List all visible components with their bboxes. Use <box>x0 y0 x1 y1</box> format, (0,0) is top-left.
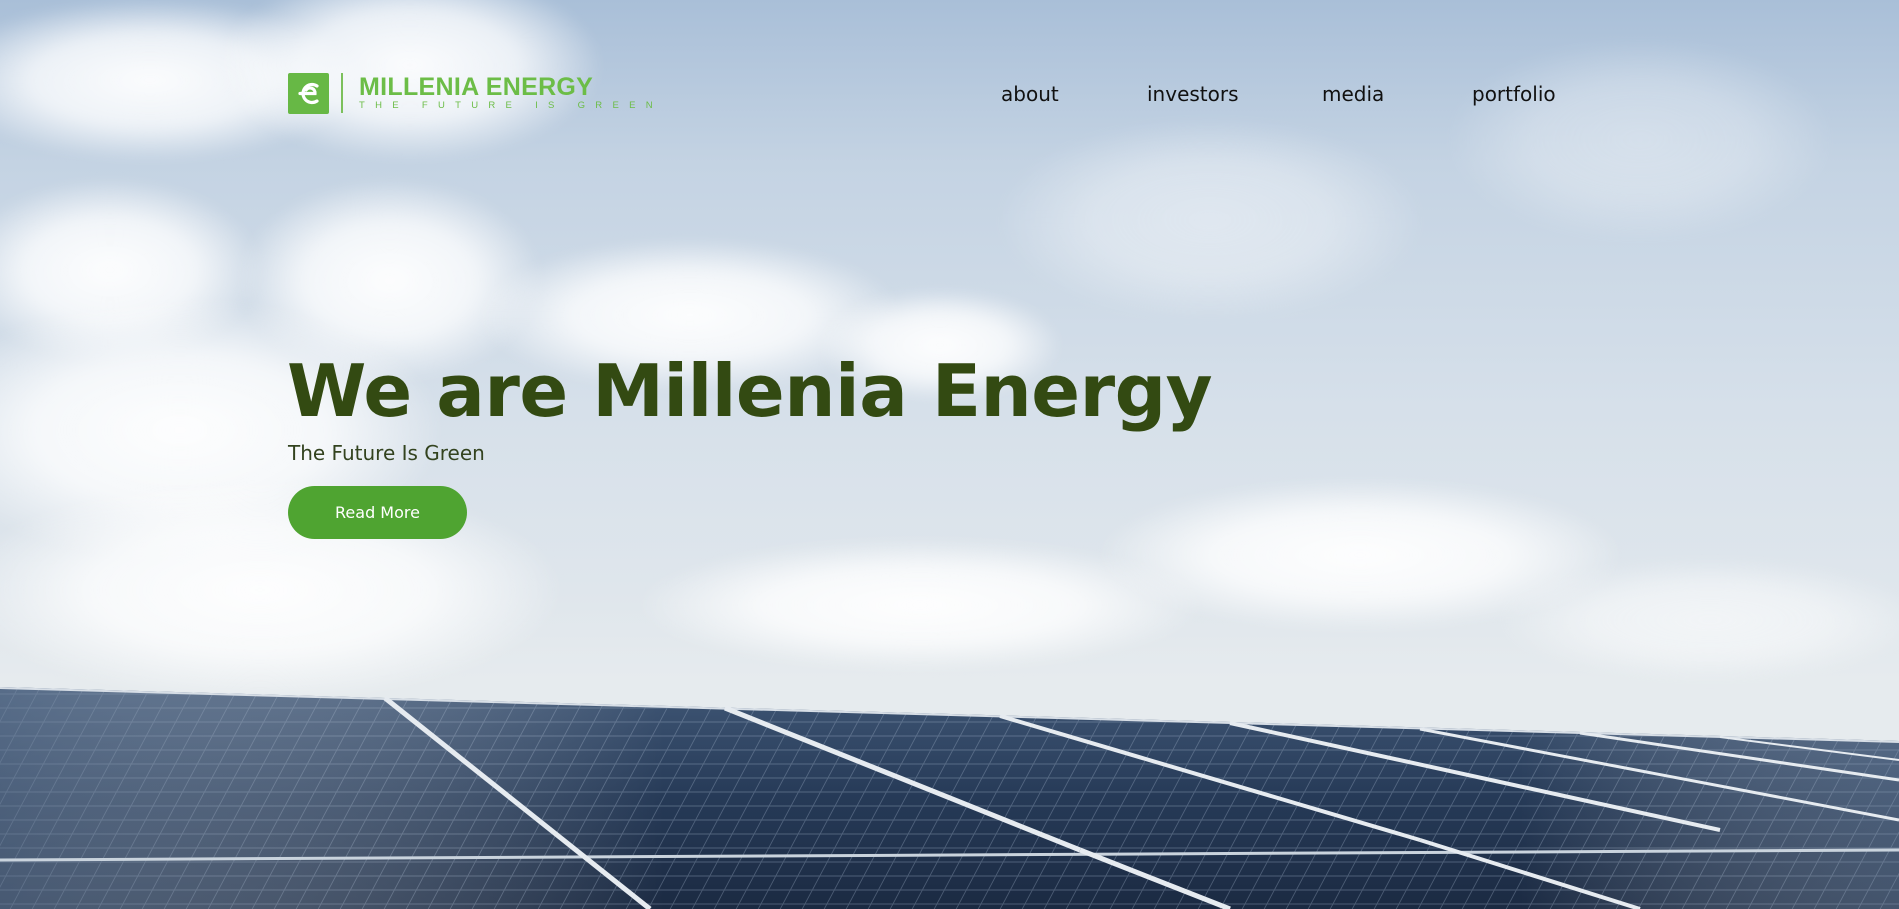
hero-section: MILLENIA ENERGY THE FUTURE IS GREEN abou… <box>0 0 1899 909</box>
hero-subtitle: The Future Is Green <box>288 441 485 465</box>
hero-headline: We are Millenia Energy <box>287 349 1213 433</box>
nav-link-portfolio[interactable]: portfolio <box>1472 80 1556 108</box>
nav-link-investors[interactable]: investors <box>1147 80 1239 108</box>
nav-link-about[interactable]: about <box>1001 80 1059 108</box>
main-nav: about investors media portfolio <box>0 80 1899 108</box>
read-more-button[interactable]: Read More <box>288 486 467 539</box>
solar-panels-image <box>0 687 1899 909</box>
nav-link-media[interactable]: media <box>1322 80 1384 108</box>
